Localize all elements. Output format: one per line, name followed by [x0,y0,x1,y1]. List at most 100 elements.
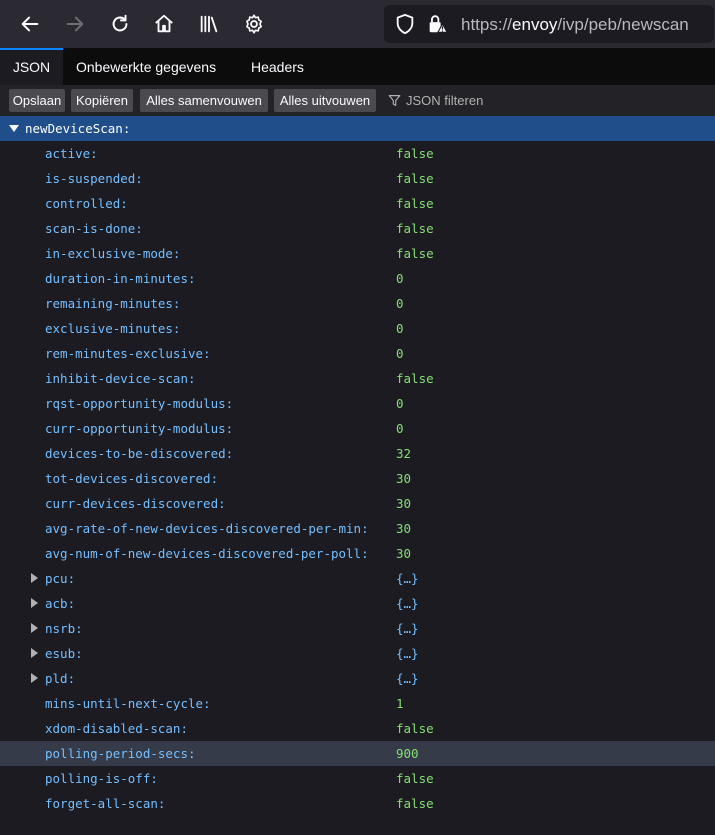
json-key: devices-to-be-discovered: [45,446,234,461]
tree-root-row[interactable]: newDeviceScan: [0,116,715,141]
json-row[interactable]: tot-devices-discovered: 30 [0,466,715,491]
back-button[interactable] [14,8,46,40]
library-icon [200,15,218,33]
json-row[interactable]: rqst-opportunity-modulus: 0 [0,391,715,416]
json-value: false [396,221,434,236]
json-key: forget-all-scan: [45,796,166,811]
url-host: envoy [512,15,558,34]
json-row[interactable]: avg-num-of-new-devices-discovered-per-po… [0,541,715,566]
json-value: false [396,196,434,211]
json-row[interactable]: in-exclusive-mode: false [0,241,715,266]
tab-headers[interactable]: Headers [239,48,316,85]
json-row[interactable]: curr-opportunity-modulus: 0 [0,416,715,441]
json-value: {…} [396,671,419,686]
json-row[interactable]: exclusive-minutes: 0 [0,316,715,341]
json-key: polling-period-secs: [45,746,196,761]
viewer-tabs: JSON Onbewerkte gegevens Headers [0,48,715,85]
json-key: pcu: [45,571,76,586]
home-button[interactable] [148,8,180,40]
collapsed-triangle-icon[interactable] [31,573,38,583]
save-button[interactable]: Opslaan [9,89,65,112]
json-row[interactable]: devices-to-be-discovered: 32 [0,441,715,466]
json-value: 30 [396,496,412,511]
json-value: 0 [396,271,404,286]
settings-button[interactable] [238,8,270,40]
json-tree: newDeviceScan: active: false is-suspended:… [0,116,715,816]
tab-raw-data[interactable]: Onbewerkte gegevens [64,48,228,85]
json-key: duration-in-minutes: [45,271,196,286]
json-value: false [396,171,434,186]
url-path: /ivp/peb/newscan [557,15,689,34]
json-key: scan-is-done: [45,221,143,236]
json-value: false [396,246,434,261]
json-row[interactable]: is-suspended: false [0,166,715,191]
json-value: 0 [396,321,404,336]
json-row[interactable]: inhibit-device-scan: false [0,366,715,391]
json-row[interactable]: acb: {…} [0,591,715,616]
json-key: is-suspended: [45,171,143,186]
expanded-triangle-icon[interactable] [9,125,19,132]
forward-button[interactable] [59,8,91,40]
url-text: https://envoy/ivp/peb/newscan [461,15,689,35]
json-key: rqst-opportunity-modulus: [45,396,234,411]
collapsed-triangle-icon[interactable] [31,648,38,658]
collapse-all-button[interactable]: Alles samenvouwen [140,89,268,112]
json-row[interactable]: avg-rate-of-new-devices-discovered-per-m… [0,516,715,541]
json-key: remaining-minutes: [45,296,181,311]
json-key: esub: [45,646,83,661]
url-bar[interactable]: https://envoy/ivp/peb/newscan [384,5,714,43]
json-value: 30 [396,471,412,486]
expand-all-button[interactable]: Alles uitvouwen [274,89,376,112]
json-key: mins-until-next-cycle: [45,696,211,711]
json-value: 0 [396,396,404,411]
json-key: pld: [45,671,76,686]
json-value: {…} [396,571,419,586]
json-value: 0 [396,421,404,436]
json-row[interactable]: pcu: {…} [0,566,715,591]
reload-button[interactable] [104,8,136,40]
json-key: polling-is-off: [45,771,158,786]
json-row[interactable]: polling-period-secs: 900 [0,741,715,766]
json-row[interactable]: polling-is-off: false [0,766,715,791]
arrow-left-icon [21,16,39,32]
json-row[interactable]: controlled: false [0,191,715,216]
library-button[interactable] [193,8,225,40]
collapsed-triangle-icon[interactable] [31,598,38,608]
json-row[interactable]: rem-minutes-exclusive: 0 [0,341,715,366]
json-row[interactable]: curr-devices-discovered: 30 [0,491,715,516]
json-row[interactable]: esub: {…} [0,641,715,666]
json-key: avg-rate-of-new-devices-discovered-per-m… [45,521,369,536]
json-row[interactable]: nsrb: {…} [0,616,715,641]
json-key: active: [45,146,98,161]
filter-placeholder: JSON filteren [406,93,484,108]
json-value: 0 [396,296,404,311]
json-value: 900 [396,746,419,761]
shield-icon[interactable] [394,13,416,35]
json-value: false [396,721,434,736]
json-value: 1 [396,696,404,711]
json-key: avg-num-of-new-devices-discovered-per-po… [45,546,369,561]
json-row[interactable]: mins-until-next-cycle: 1 [0,691,715,716]
json-value: false [396,371,434,386]
json-row[interactable]: remaining-minutes: 0 [0,291,715,316]
arrow-right-icon [66,16,84,32]
json-row[interactable]: xdom-disabled-scan: false [0,716,715,741]
lock-warning-icon[interactable] [426,13,448,35]
json-value: 32 [396,446,412,461]
collapsed-triangle-icon[interactable] [31,673,38,683]
json-value: {…} [396,646,419,661]
tab-json[interactable]: JSON [0,48,63,85]
json-key: xdom-disabled-scan: [45,721,188,736]
root-key: newDeviceScan: [25,121,131,136]
json-row[interactable]: forget-all-scan: false [0,791,715,816]
json-value: false [396,796,434,811]
collapsed-triangle-icon[interactable] [31,623,38,633]
json-filter-input[interactable]: JSON filteren [388,89,483,112]
json-value: {…} [396,596,419,611]
json-row[interactable]: scan-is-done: false [0,216,715,241]
json-row[interactable]: active: false [0,141,715,166]
json-row[interactable]: duration-in-minutes: 0 [0,266,715,291]
copy-button[interactable]: Kopiëren [71,89,133,112]
home-icon [155,14,173,33]
json-row[interactable]: pld: {…} [0,666,715,691]
